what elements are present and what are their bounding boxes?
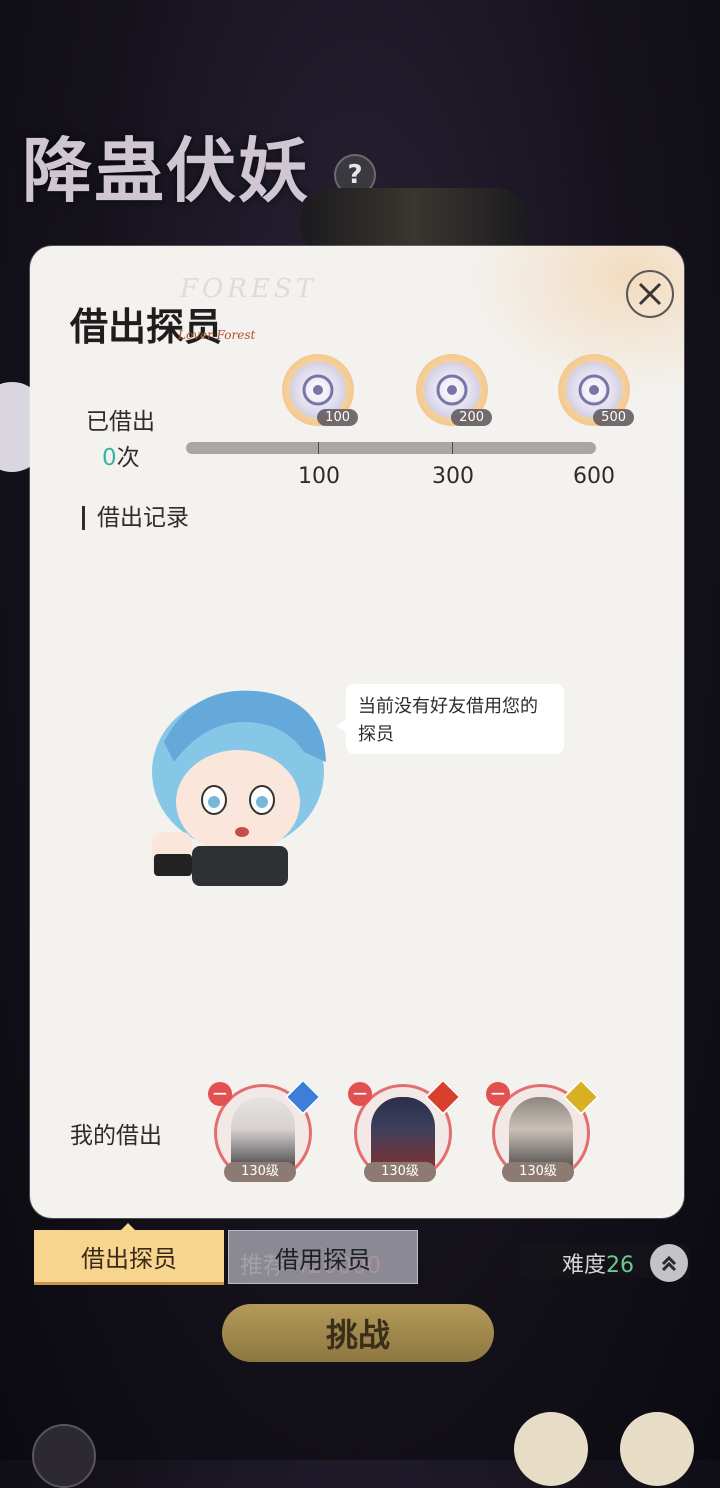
difficulty-label: 难度 xyxy=(562,1253,607,1278)
remove-agent-button[interactable]: − xyxy=(208,1082,232,1106)
difficulty-up-button[interactable] xyxy=(650,1244,688,1282)
lent-agent-slot-3[interactable]: − 130级 xyxy=(486,1078,600,1182)
tab-lend-agent[interactable]: 借出探员 xyxy=(34,1230,224,1285)
difficulty-value: 26 xyxy=(606,1253,635,1278)
reward-chest-3[interactable]: 500 xyxy=(558,354,634,426)
lent-count-unit: 次 xyxy=(116,445,140,471)
lent-label: 已借出 xyxy=(86,409,155,435)
agent-level-badge: 130级 xyxy=(224,1162,296,1182)
milestone-label: 300 xyxy=(432,464,474,489)
reward-chest-2[interactable]: 200 xyxy=(416,354,492,426)
close-icon xyxy=(638,282,662,306)
lend-agent-panel: FOREST 借出探员 Lover Forest 已借出 0次 100 200 … xyxy=(30,246,684,1218)
reward-quantity: 500 xyxy=(593,409,634,426)
progress-tick xyxy=(318,442,319,454)
lent-agent-slot-1[interactable]: − 130级 xyxy=(208,1078,322,1182)
challenge-button[interactable]: 挑战 xyxy=(222,1304,494,1362)
back-button[interactable] xyxy=(32,1424,96,1488)
difficulty-text: 难度26 xyxy=(562,1247,634,1279)
agent-level-badge: 130级 xyxy=(364,1162,436,1182)
chevron-up-icon xyxy=(661,1255,677,1272)
reward-quantity: 100 xyxy=(317,409,358,426)
milestone-label: 100 xyxy=(298,464,340,489)
progress-tick xyxy=(452,442,453,454)
lent-count: 0次 xyxy=(102,438,140,472)
agent-level-badge: 130级 xyxy=(502,1162,574,1182)
my-lending-label: 我的借出 xyxy=(70,1123,162,1149)
close-button[interactable] xyxy=(626,270,674,318)
panel-title-decoration: Lover Forest xyxy=(178,328,256,342)
chibi-character-image xyxy=(152,690,326,886)
tower-button[interactable] xyxy=(620,1412,694,1486)
reward-chest-1[interactable]: 100 xyxy=(282,354,358,426)
lend-progress-bar xyxy=(186,442,596,454)
records-section-title: 借出记录 xyxy=(82,506,189,530)
remove-agent-button[interactable]: − xyxy=(348,1082,372,1106)
lent-count-number: 0 xyxy=(102,445,117,471)
lent-agent-slot-2[interactable]: − 130级 xyxy=(348,1078,462,1182)
team-button[interactable] xyxy=(514,1412,588,1486)
milestone-label: 600 xyxy=(573,464,615,489)
tab-borrow-agent[interactable]: 借用探员 xyxy=(228,1230,418,1284)
remove-agent-button[interactable]: − xyxy=(486,1082,510,1106)
empty-message-bubble: 当前没有好友借用您的探员 xyxy=(336,684,564,754)
reward-quantity: 200 xyxy=(451,409,492,426)
panel-title: 借出探员 xyxy=(70,304,223,349)
event-title: 降蛊伏妖 xyxy=(22,129,310,212)
